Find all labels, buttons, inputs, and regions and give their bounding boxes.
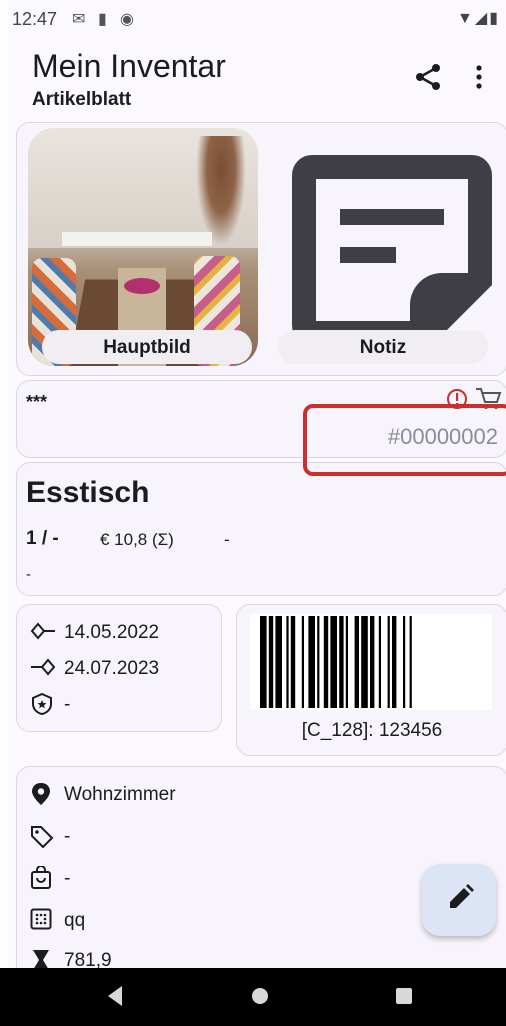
barcode-bar [275,616,282,708]
barcode-bar [392,616,397,708]
barcode-bar [268,616,274,708]
tag-icon [31,826,54,848]
rating-stars: *** [26,392,48,412]
store-value: - [64,868,71,889]
shield-star-icon [32,692,52,716]
signal-battery-icons: ▼◢▮ [457,10,500,27]
note-icon[interactable] [292,155,492,345]
more-options-icon[interactable] [472,62,486,92]
edit-fab[interactable] [422,864,496,936]
barcode-bar [409,616,412,708]
id-highlight-box [303,404,506,476]
item-description: - [26,566,31,583]
barcode-bar [330,616,337,708]
photo-flowers [124,278,160,294]
expiry-date-icon [31,658,56,676]
notification-icon: ▮ [98,11,107,28]
barcode-bar [308,616,315,708]
share-icon[interactable] [413,62,443,92]
barcode-bar [370,616,375,708]
barcode-bar [345,616,348,708]
barcode-bar [403,616,406,708]
item-price: € 10,8 (Σ) [100,530,174,549]
sync-icon: ◉ [120,11,134,28]
gmail-icon: ✉ [72,11,86,28]
barcode-bar [361,616,368,708]
barcode-bar [260,616,267,708]
barcode-bar [286,616,289,708]
app-screen: 12:47 ✉ ▮ ◉ ▼◢▮ Mein Inventar Artikelbla… [8,0,506,1026]
item-name: Esstisch [26,476,150,509]
location-value: Wohnzimmer [64,784,176,805]
barcode-image [250,614,492,710]
back-icon[interactable] [108,986,122,1006]
grid-box-icon [30,908,52,930]
item-quantity: 1 / - [26,528,59,549]
home-icon[interactable] [252,988,268,1004]
shopping-bag-icon [31,866,51,889]
note-label[interactable]: Notiz [278,330,488,364]
location-pin-icon [32,783,50,805]
main-image-label[interactable]: Hauptbild [42,330,252,364]
acquired-date: 14.05.2022 [64,622,160,643]
photo-shelf [62,232,212,246]
warranty-value: - [64,694,71,715]
barcode-bar [339,616,344,708]
barcode-bar [301,616,304,708]
recent-apps-icon[interactable] [396,988,412,1004]
photo-plant [196,136,246,246]
status-time: 12:47 [12,9,58,29]
barcode-bar [323,616,329,708]
barcode-bar [317,616,320,708]
barcode-bar [354,616,359,708]
tag-value: - [64,826,71,847]
pencil-icon [450,884,474,908]
page-subtitle: Artikelblatt [32,89,132,110]
status-bar: 12:47 ✉ ▮ ◉ ▼◢▮ [8,0,506,34]
acquired-date-icon [30,622,55,640]
barcode-bar [290,616,296,708]
expiry-date: 24.07.2023 [64,658,160,679]
category-value: qq [64,910,86,931]
barcode-bar [378,616,381,708]
app-title: Mein Inventar [32,48,226,84]
barcode-bar [387,616,390,708]
item-price-extra: - [224,530,230,549]
barcode-text: [C_128]: 123456 [301,720,443,741]
